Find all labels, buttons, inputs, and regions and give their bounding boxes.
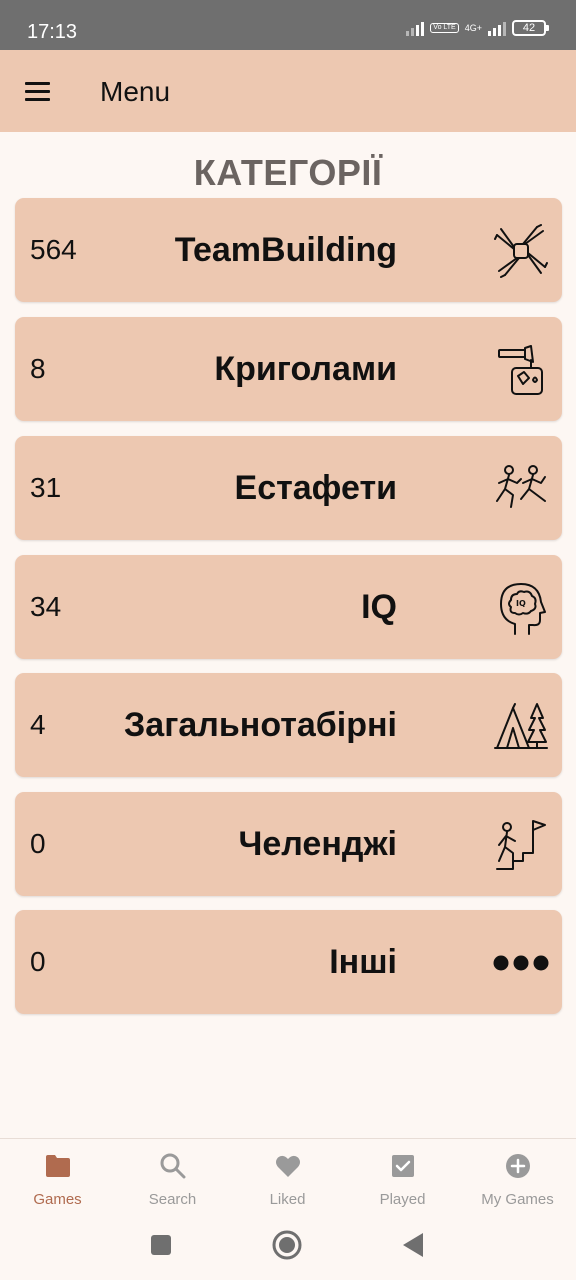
- status-indicators: Vo LTE 4G+ 42: [406, 20, 549, 36]
- category-name: Загальнотабірні: [124, 706, 397, 744]
- nav-label: My Games: [481, 1191, 554, 1208]
- network-type: 4G+: [464, 22, 482, 33]
- plus-circle-icon: [505, 1154, 530, 1178]
- category-card-icebreakers[interactable]: 8 Криголами: [15, 317, 562, 421]
- category-count: 0: [30, 946, 46, 977]
- category-name: Естафети: [234, 469, 397, 507]
- svg-text:IQ: IQ: [516, 599, 526, 608]
- recent-apps-button[interactable]: [150, 1234, 172, 1256]
- teamwork-hands-icon: [494, 224, 548, 278]
- status-time: 17:13: [27, 21, 78, 43]
- category-card-relays[interactable]: 31 Естафети: [15, 436, 562, 540]
- category-count: 4: [30, 709, 46, 740]
- heart-icon: [275, 1155, 300, 1177]
- nav-liked[interactable]: Liked: [230, 1139, 345, 1219]
- more-dots-icon: [493, 955, 549, 971]
- back-button[interactable]: [401, 1232, 425, 1258]
- category-name: TeamBuilding: [174, 231, 397, 269]
- category-count: 34: [30, 591, 62, 622]
- category-count: 0: [30, 828, 46, 859]
- nav-label: Search: [148, 1191, 197, 1208]
- stairs-flag-icon: [496, 820, 546, 870]
- folder-icon: [45, 1155, 70, 1177]
- app-title: Menu: [100, 76, 171, 107]
- volte-badge: Vo LTE: [430, 23, 459, 33]
- nav-label: Liked: [269, 1191, 306, 1208]
- category-name: Інші: [329, 943, 397, 981]
- category-card-camp-wide[interactable]: 4 Загальнотабірні: [15, 673, 562, 777]
- home-button[interactable]: [272, 1230, 302, 1260]
- camp-tent-icon: [494, 703, 548, 749]
- nav-games[interactable]: Games: [0, 1139, 115, 1219]
- category-card-iq[interactable]: 34 IQ IQ: [15, 555, 562, 659]
- nav-my-games[interactable]: My Games: [460, 1139, 575, 1219]
- search-icon: [160, 1153, 185, 1179]
- signal-icon-2: [488, 20, 506, 36]
- category-count: 31: [30, 472, 62, 503]
- hamburger-icon[interactable]: [22, 77, 54, 105]
- brain-head-icon: IQ: [500, 583, 546, 635]
- ice-axe-icon: [498, 345, 543, 395]
- category-count: 564: [30, 234, 77, 265]
- nav-label: Played: [379, 1191, 426, 1208]
- checkbox-icon: [391, 1155, 414, 1177]
- category-card-challenges[interactable]: 0 Челенджі: [15, 792, 562, 896]
- nav-label: Games: [33, 1191, 82, 1208]
- category-card-teambuilding[interactable]: 564 TeamBuilding: [15, 198, 562, 302]
- system-nav: [0, 1218, 576, 1280]
- bottom-nav: Games Search Liked Played My Games: [0, 1138, 576, 1218]
- signal-icon: [406, 20, 425, 36]
- relay-runners-icon: [496, 465, 546, 508]
- category-card-other[interactable]: 0 Інші: [15, 910, 562, 1014]
- category-count: 8: [30, 353, 46, 384]
- category-name: Челенджі: [238, 825, 397, 863]
- status-bar: 17:13 Vo LTE 4G+ 42: [0, 0, 576, 50]
- app-bar: Menu: [0, 50, 576, 132]
- section-title: КАТЕГОРІЇ: [193, 152, 383, 193]
- category-name: Криголами: [214, 350, 397, 388]
- category-name: IQ: [361, 588, 397, 626]
- nav-search[interactable]: Search: [115, 1139, 230, 1219]
- nav-played[interactable]: Played: [345, 1139, 460, 1219]
- battery-icon: 42: [512, 20, 549, 36]
